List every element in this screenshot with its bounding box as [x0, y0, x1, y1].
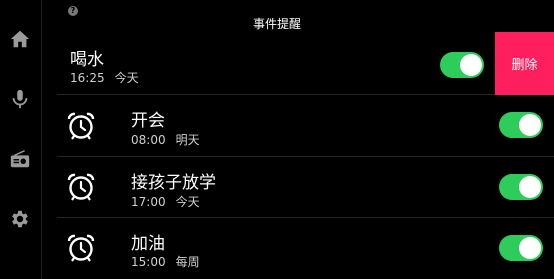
- list-item[interactable]: 喝水 16:25 今天: [57, 32, 554, 95]
- gear-icon[interactable]: [9, 208, 31, 230]
- reminder-toggle[interactable]: [499, 174, 543, 200]
- reminder-time: 08:00 明天: [131, 131, 200, 148]
- reminder-time-value: 17:00: [131, 195, 166, 209]
- reminder-time: 15:00 每周: [131, 253, 200, 270]
- reminder-day: 每周: [175, 255, 200, 269]
- reminder-toggle[interactable]: [499, 112, 543, 138]
- alarm-clock-icon: [66, 172, 96, 202]
- reminder-day: 明天: [175, 133, 200, 147]
- reminder-time-value: 15:00: [131, 255, 166, 269]
- toggle-knob: [519, 237, 541, 259]
- reminder-time: 16:25 今天: [70, 69, 139, 86]
- microphone-icon[interactable]: [9, 88, 31, 110]
- reminder-toggle[interactable]: [440, 52, 484, 78]
- page-title: 事件提醒: [252, 17, 301, 31]
- reminder-title: 接孩子放学: [131, 173, 216, 193]
- reminder-title: 喝水: [70, 50, 104, 70]
- list-item[interactable]: 接孩子放学 17:00 今天: [57, 157, 554, 218]
- reminder-time-value: 08:00: [131, 133, 166, 147]
- delete-button[interactable]: 删除: [495, 32, 554, 95]
- reminder-time-value: 16:25: [70, 71, 105, 85]
- alarm-clock-icon: [66, 233, 96, 263]
- alarm-clock-icon: [66, 111, 96, 141]
- sidebar: [0, 0, 42, 279]
- toggle-knob: [519, 176, 541, 198]
- reminder-day: 今天: [114, 71, 139, 85]
- radio-icon[interactable]: [9, 148, 31, 170]
- reminder-title: 加油: [131, 234, 165, 254]
- list-item[interactable]: 加油 15:00 每周: [57, 218, 554, 279]
- reminder-title: 开会: [131, 111, 165, 131]
- reminder-time: 17:00 今天: [131, 193, 200, 210]
- toggle-knob: [519, 114, 541, 136]
- reminder-day: 今天: [175, 195, 200, 209]
- list-item[interactable]: 开会 08:00 明天: [57, 95, 554, 157]
- reminder-toggle[interactable]: [499, 235, 543, 261]
- toggle-knob: [460, 54, 482, 76]
